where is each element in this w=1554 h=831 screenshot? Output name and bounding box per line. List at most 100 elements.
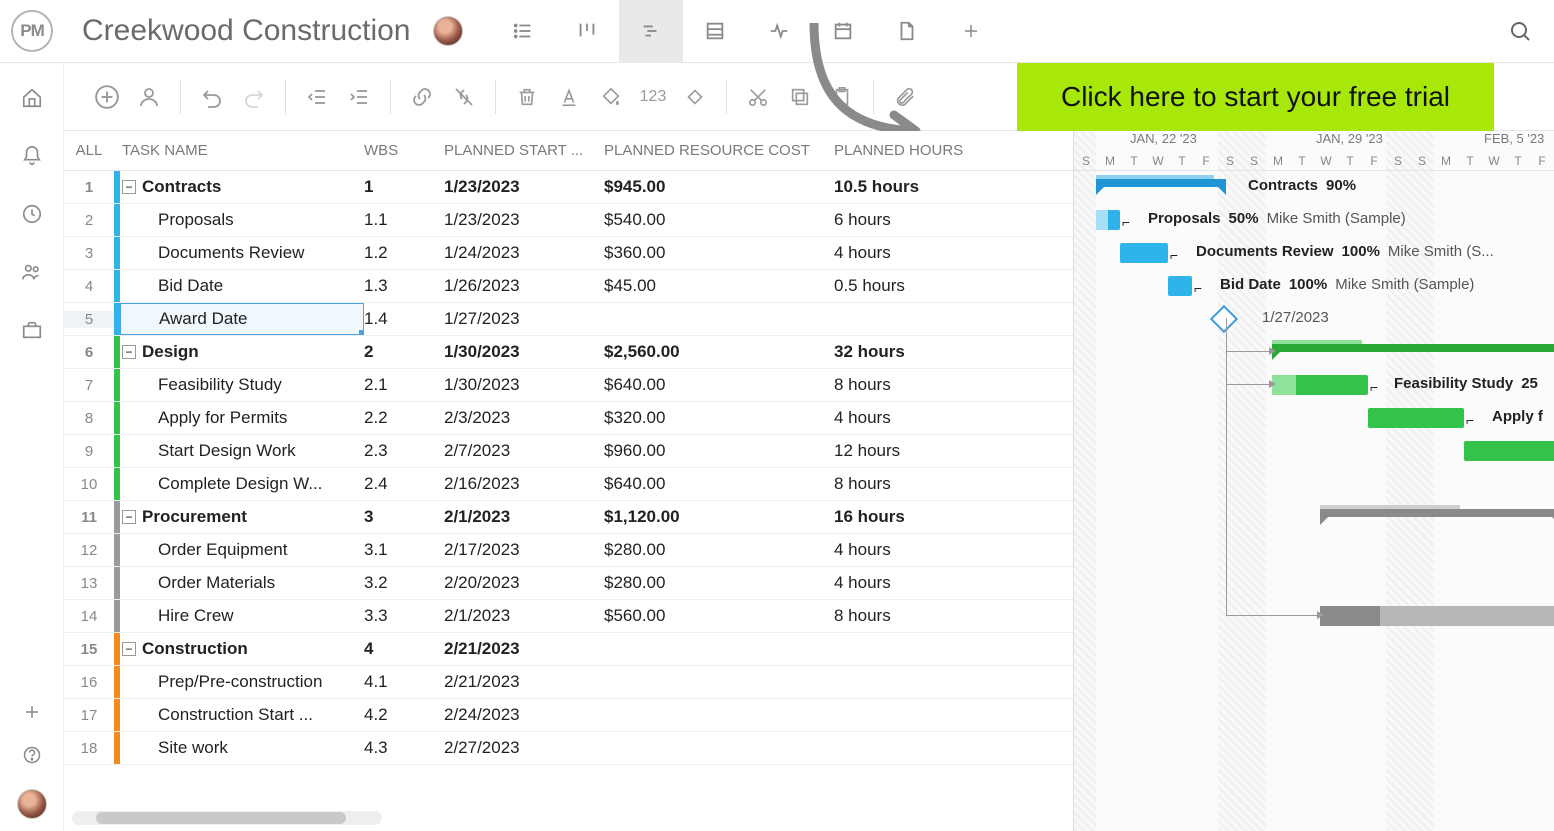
table-row[interactable]: 5Award Date1.41/27/2023 (64, 303, 1073, 336)
number-button[interactable]: 123 (634, 78, 672, 116)
outdent-button[interactable] (298, 78, 336, 116)
app-logo[interactable]: PM (0, 0, 64, 63)
col-cost[interactable]: PLANNED RESOURCE COST (604, 142, 834, 159)
link-button[interactable] (403, 78, 441, 116)
table-row[interactable]: 1−Contracts11/23/2023$945.0010.5 hours (64, 171, 1073, 204)
bar-procurement[interactable] (1320, 509, 1554, 517)
cta-banner[interactable]: Click here to start your free trial (1017, 63, 1494, 131)
bar-contracts[interactable] (1096, 179, 1226, 187)
view-add-icon[interactable] (939, 0, 1003, 63)
help-icon[interactable] (22, 745, 42, 765)
collapse-icon[interactable]: − (122, 345, 136, 359)
col-all[interactable]: ALL (64, 142, 114, 159)
bar-proposals[interactable] (1096, 210, 1120, 230)
task-cell[interactable]: Construction Start ... (120, 705, 364, 725)
col-hours[interactable]: PLANNED HOURS (834, 142, 1073, 159)
add-icon[interactable] (23, 703, 41, 721)
col-start[interactable]: PLANNED START ... (444, 142, 604, 159)
selection-handle[interactable] (359, 330, 364, 335)
table-row[interactable]: 2Proposals1.11/23/2023$540.006 hours (64, 204, 1073, 237)
bar-hire-crew[interactable] (1320, 606, 1554, 626)
task-cell[interactable]: Start Design Work (120, 441, 364, 461)
task-cell[interactable]: Site work (120, 738, 364, 758)
copy-button[interactable] (781, 78, 819, 116)
table-row[interactable]: 11−Procurement32/1/2023$1,120.0016 hours (64, 501, 1073, 534)
horizontal-scrollbar[interactable] (72, 811, 382, 825)
task-cell[interactable]: Hire Crew (120, 606, 364, 626)
redo-button[interactable] (235, 78, 273, 116)
table-row[interactable]: 17Construction Start ...4.22/24/2023 (64, 699, 1073, 732)
text-color-button[interactable] (550, 78, 588, 116)
gantt-chart[interactable]: JAN, 22 '23 JAN, 29 '23 FEB, 5 '23 SMTWT… (1074, 131, 1554, 831)
task-cell[interactable]: Feasibility Study (120, 375, 364, 395)
task-cell[interactable]: −Design (120, 342, 364, 362)
unlink-button[interactable] (445, 78, 483, 116)
view-board-icon[interactable] (555, 0, 619, 63)
table-row[interactable]: 16Prep/Pre-construction4.12/21/2023 (64, 666, 1073, 699)
view-list-icon[interactable] (491, 0, 555, 63)
task-cell[interactable]: Award Date (120, 303, 364, 335)
bar-bid-date[interactable] (1168, 276, 1192, 296)
table-row[interactable]: 6−Design21/30/2023$2,560.0032 hours (64, 336, 1073, 369)
search-button[interactable] (1496, 7, 1544, 55)
task-cell[interactable]: Order Materials (120, 573, 364, 593)
assign-button[interactable] (130, 78, 168, 116)
collapse-icon[interactable]: − (122, 642, 136, 656)
briefcase-icon[interactable] (21, 319, 43, 341)
task-cell[interactable]: −Procurement (120, 507, 364, 527)
view-gantt-icon[interactable] (619, 0, 683, 63)
home-icon[interactable] (21, 87, 43, 109)
add-task-button[interactable] (88, 78, 126, 116)
paste-button[interactable] (823, 78, 861, 116)
bell-icon[interactable] (21, 145, 43, 167)
col-task[interactable]: TASK NAME (114, 142, 364, 159)
table-row[interactable]: 4Bid Date1.31/26/2023$45.000.5 hours (64, 270, 1073, 303)
view-calendar-icon[interactable] (811, 0, 875, 63)
indent-button[interactable] (340, 78, 378, 116)
fill-color-button[interactable] (592, 78, 630, 116)
view-file-icon[interactable] (875, 0, 939, 63)
gantt-timescale: JAN, 22 '23 JAN, 29 '23 FEB, 5 '23 SMTWT… (1074, 131, 1554, 171)
clock-icon[interactable] (21, 203, 43, 225)
table-row[interactable]: 15−Construction42/21/2023 (64, 633, 1073, 666)
project-title[interactable]: Creekwood Construction (82, 14, 411, 48)
table-row[interactable]: 14Hire Crew3.32/1/2023$560.008 hours (64, 600, 1073, 633)
collapse-icon[interactable]: − (122, 180, 136, 194)
start-cell: 2/24/2023 (444, 705, 604, 725)
task-cell[interactable]: Proposals (120, 210, 364, 230)
col-wbs[interactable]: WBS (364, 142, 444, 159)
wbs-cell: 2.4 (364, 474, 444, 494)
table-row[interactable]: 10Complete Design W...2.42/16/2023$640.0… (64, 468, 1073, 501)
bar-apply-permits[interactable] (1368, 408, 1464, 428)
task-cell[interactable]: Apply for Permits (120, 408, 364, 428)
milestone-button[interactable] (676, 78, 714, 116)
table-row[interactable]: 8Apply for Permits2.22/3/2023$320.004 ho… (64, 402, 1073, 435)
project-avatar[interactable] (433, 16, 463, 46)
delete-button[interactable] (508, 78, 546, 116)
table-row[interactable]: 13Order Materials3.22/20/2023$280.004 ho… (64, 567, 1073, 600)
table-row[interactable]: 12Order Equipment3.12/17/2023$280.004 ho… (64, 534, 1073, 567)
task-cell[interactable]: Prep/Pre-construction (120, 672, 364, 692)
task-cell[interactable]: Complete Design W... (120, 474, 364, 494)
task-cell[interactable]: Order Equipment (120, 540, 364, 560)
task-cell[interactable]: Documents Review (120, 243, 364, 263)
task-cell[interactable]: −Construction (120, 639, 364, 659)
collapse-icon[interactable]: − (122, 510, 136, 524)
table-row[interactable]: 7Feasibility Study2.11/30/2023$640.008 h… (64, 369, 1073, 402)
view-activity-icon[interactable] (747, 0, 811, 63)
attachment-button[interactable] (886, 78, 924, 116)
user-avatar[interactable] (17, 789, 47, 819)
bar-start-design[interactable] (1464, 441, 1554, 461)
people-icon[interactable] (21, 261, 43, 283)
cut-button[interactable] (739, 78, 777, 116)
bar-documents-review[interactable] (1120, 243, 1168, 263)
view-sheet-icon[interactable] (683, 0, 747, 63)
table-row[interactable]: 9Start Design Work2.32/7/2023$960.0012 h… (64, 435, 1073, 468)
scrollbar-thumb[interactable] (96, 812, 346, 824)
task-cell[interactable]: Bid Date (120, 276, 364, 296)
task-cell[interactable]: −Contracts (120, 177, 364, 197)
day-cell: W (1146, 154, 1170, 168)
undo-button[interactable] (193, 78, 231, 116)
table-row[interactable]: 3Documents Review1.21/24/2023$360.004 ho… (64, 237, 1073, 270)
table-row[interactable]: 18Site work4.32/27/2023 (64, 732, 1073, 765)
